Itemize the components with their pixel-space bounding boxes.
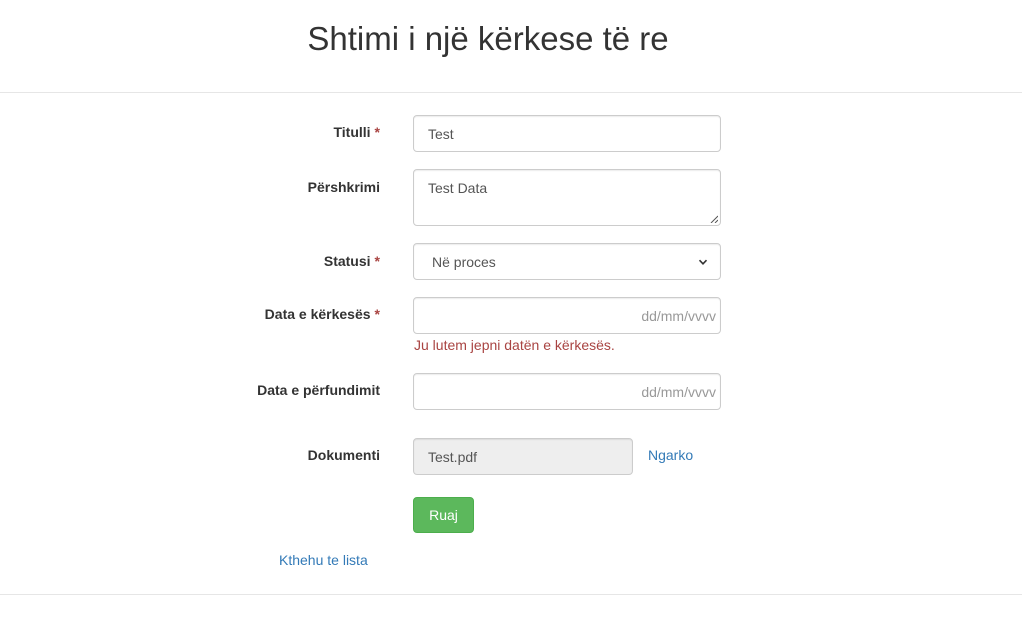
description-textarea[interactable]: Test Data [413, 169, 721, 226]
document-input: Test.pdf [413, 438, 633, 475]
top-divider [0, 92, 1022, 93]
completion-date-label: Data e përfundimit [257, 382, 380, 398]
status-selected-value: Në proces [432, 253, 496, 270]
description-value: Test Data [428, 180, 488, 196]
completion-date-placeholder: dd/mm/vvvv [641, 383, 716, 400]
request-date-label: Data e kërkesës * [264, 306, 380, 322]
request-date-input[interactable]: dd/mm/vvvv [413, 297, 721, 334]
completion-date-input[interactable]: dd/mm/vvvv [413, 373, 721, 410]
resize-grip-icon[interactable] [710, 215, 718, 223]
request-date-placeholder: dd/mm/vvvv [641, 307, 716, 324]
bottom-divider [0, 594, 1022, 595]
status-select[interactable]: Në proces [413, 243, 721, 280]
request-date-error: Ju lutem jepni datën e kërkesës. [414, 337, 615, 353]
title-input[interactable]: Test [413, 115, 721, 152]
required-mark: * [374, 253, 380, 269]
back-to-list-link[interactable]: Kthehu te lista [279, 552, 368, 568]
upload-link[interactable]: Ngarko [648, 447, 693, 463]
description-label: Përshkrimi [307, 179, 380, 195]
required-mark: * [374, 306, 380, 322]
chevron-down-icon [698, 259, 708, 265]
title-label: Titulli * [333, 124, 380, 140]
page-title: Shtimi i një kërkese të re [307, 20, 669, 57]
status-label: Statusi * [323, 253, 380, 269]
document-value: Test.pdf [428, 448, 478, 465]
required-mark: * [374, 124, 380, 140]
title-input-value: Test [428, 125, 454, 142]
save-button[interactable]: Ruaj [413, 497, 474, 533]
document-label: Dokumenti [307, 447, 380, 463]
